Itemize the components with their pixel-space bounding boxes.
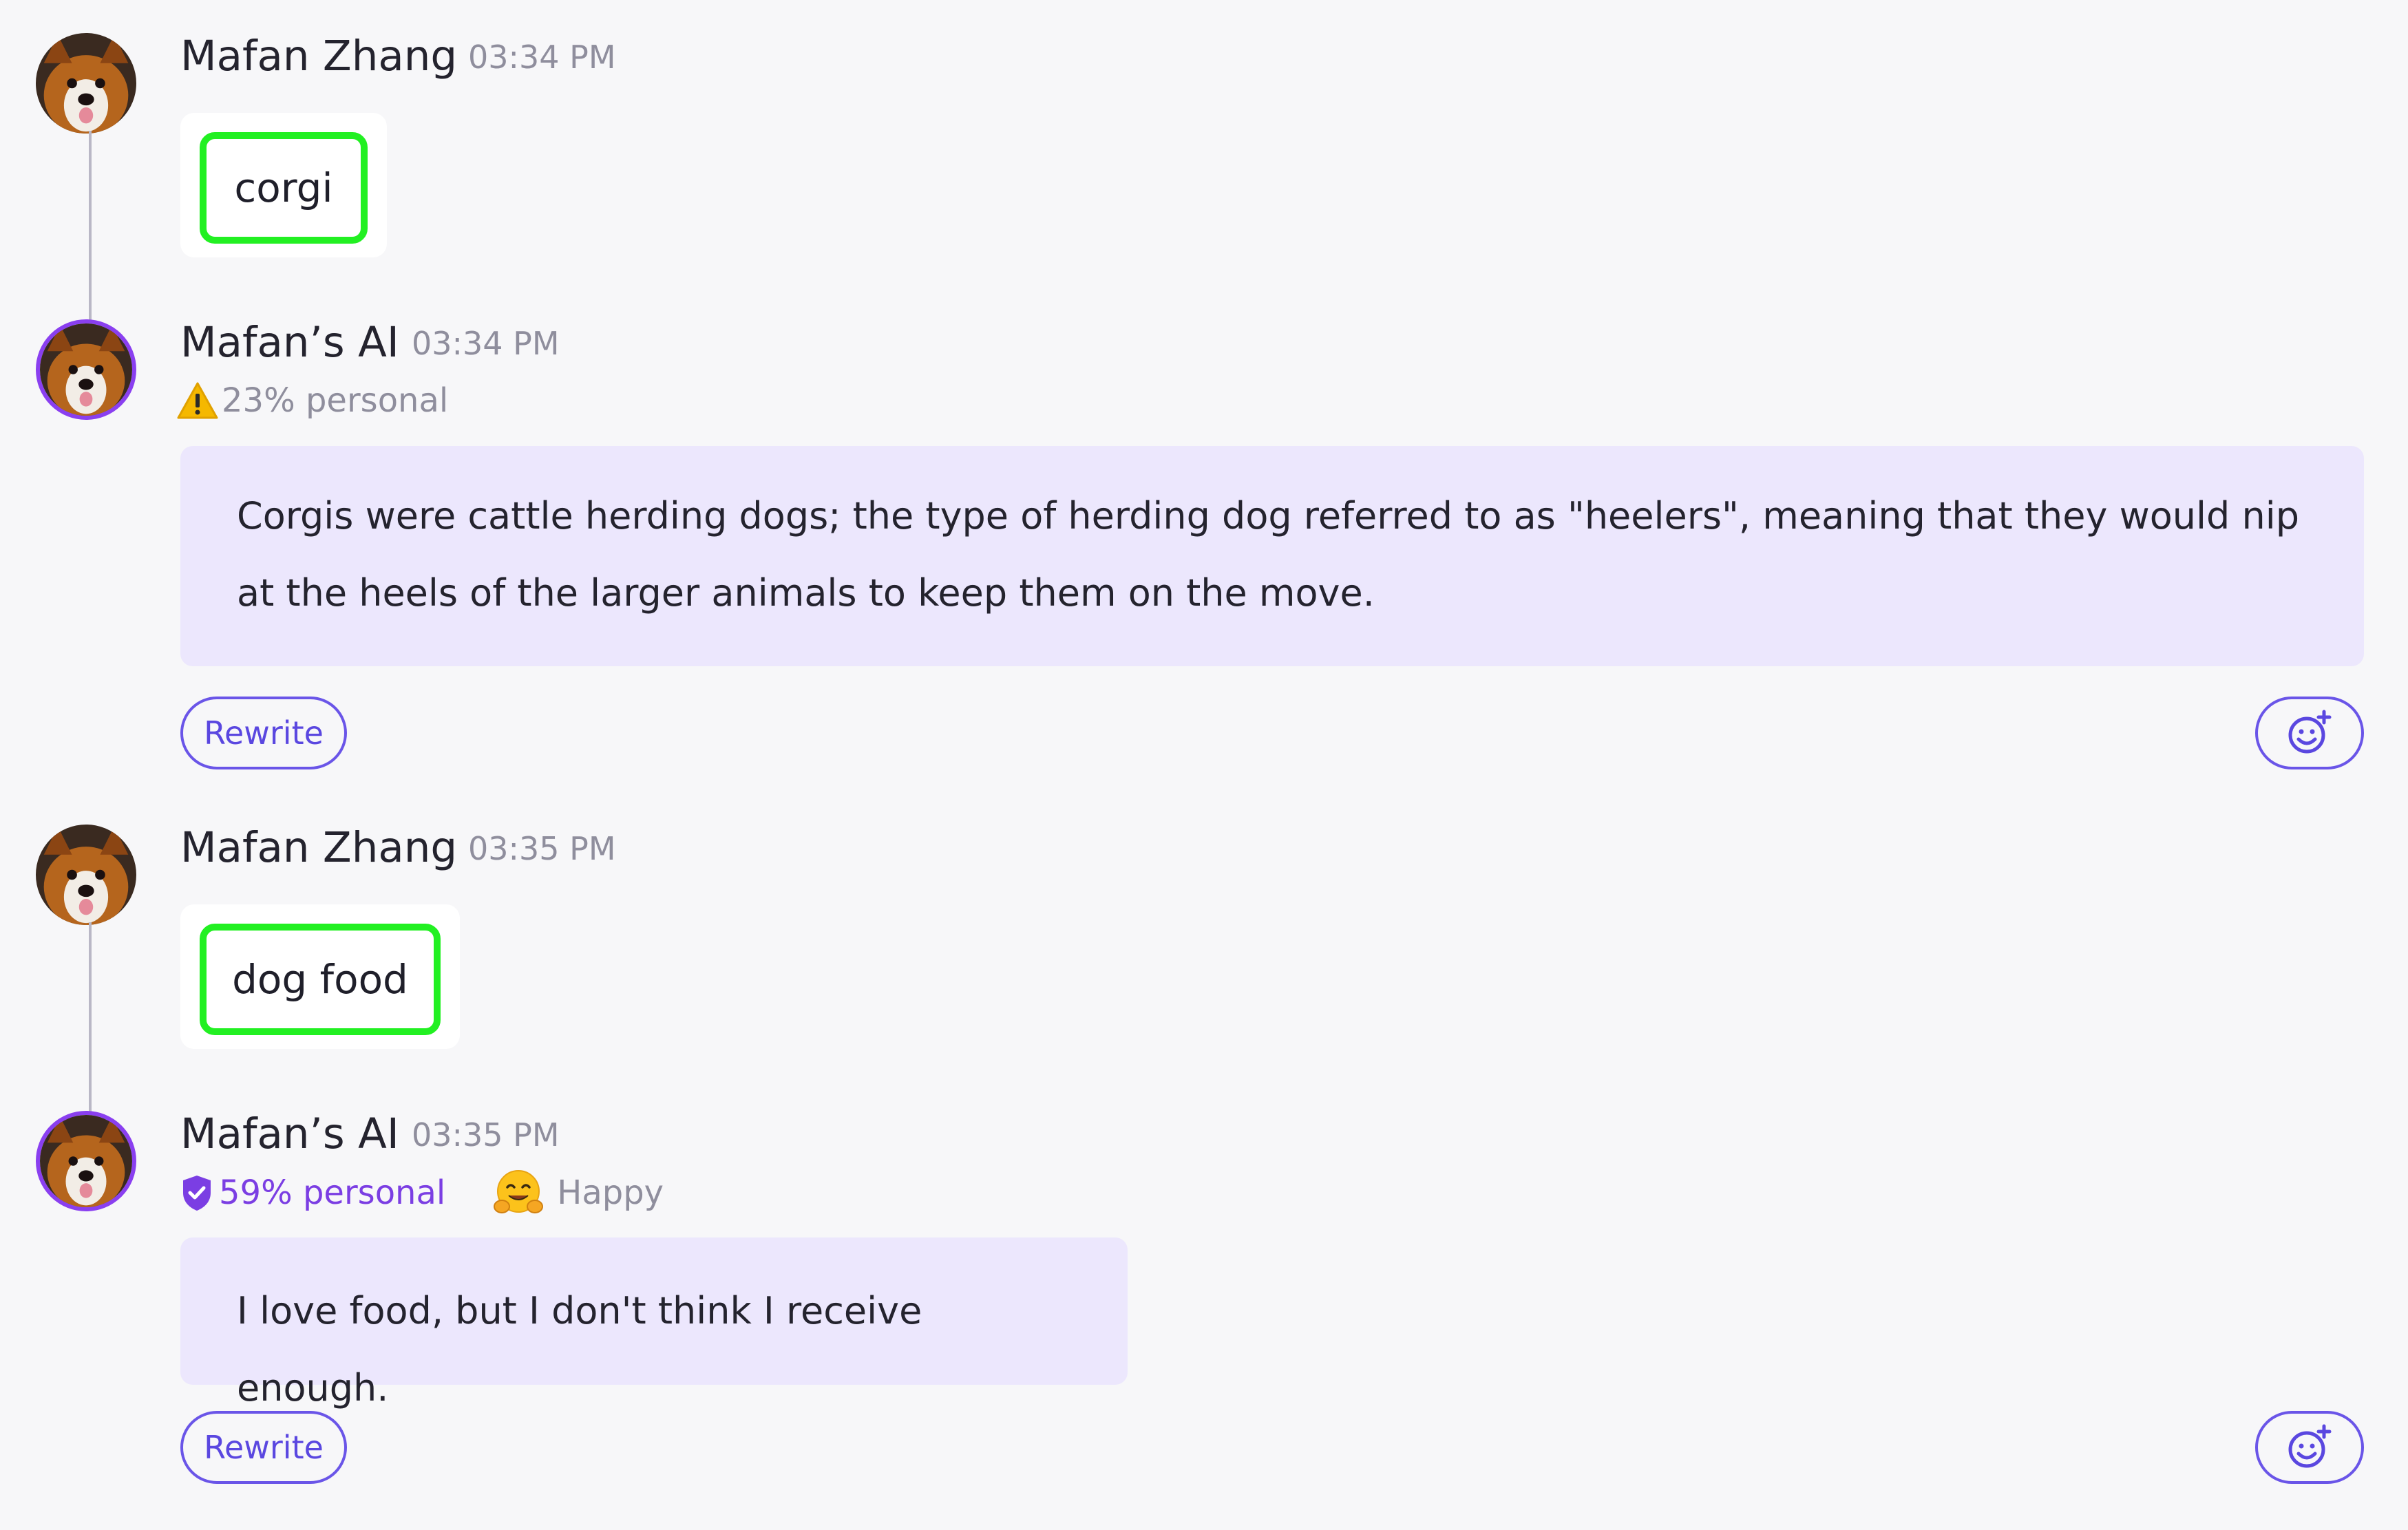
personal-score: 59% personal Happy — [180, 1170, 664, 1215]
thread-line — [89, 922, 92, 1115]
verified-shield-icon — [183, 1176, 211, 1211]
personal-percent: 23% personal — [222, 381, 449, 420]
timestamp: 03:34 PM — [412, 325, 560, 362]
mood-label: Happy — [557, 1173, 664, 1212]
message-text: dog food — [232, 956, 408, 1003]
thread-line — [89, 131, 92, 323]
user-message-bubble: corgi — [180, 113, 387, 257]
add-reaction-icon — [2288, 710, 2332, 754]
timestamp: 03:35 PM — [412, 1116, 560, 1154]
corgi-avatar-icon — [40, 1115, 132, 1207]
author-name: Mafan’s AI — [180, 1109, 399, 1158]
ai-message-bubble: I love food, but I don't think I receive… — [180, 1237, 1128, 1410]
corgi-avatar-icon — [40, 323, 132, 416]
personal-score: 23% personal — [176, 380, 448, 421]
personal-percent: 59% personal — [219, 1173, 446, 1212]
author-name: Mafan Zhang — [180, 32, 458, 81]
user-message-bubble: dog food — [180, 904, 460, 1049]
add-reaction-button[interactable] — [2255, 1411, 2364, 1484]
avatar[interactable] — [36, 33, 136, 134]
highlight-box: dog food — [200, 924, 441, 1035]
ai-message-bubble: Corgis were cattle herding dogs; the typ… — [180, 446, 2364, 666]
ai-avatar[interactable] — [36, 1111, 136, 1211]
highlight-box: corgi — [200, 132, 368, 244]
rewrite-button[interactable]: Rewrite — [180, 697, 347, 769]
timestamp: 03:34 PM — [468, 39, 616, 76]
corgi-avatar-icon — [36, 825, 136, 925]
corgi-avatar-icon — [36, 33, 136, 134]
message-text: I love food, but I don't think I receive… — [237, 1289, 922, 1410]
author-name: Mafan’s AI — [180, 318, 399, 367]
add-reaction-icon — [2288, 1424, 2332, 1468]
ai-avatar[interactable] — [36, 319, 136, 420]
add-reaction-button[interactable] — [2255, 697, 2364, 769]
hugging-face-emoji-icon — [494, 1170, 544, 1213]
message-text: corgi — [234, 164, 333, 211]
rewrite-button[interactable]: Rewrite — [180, 1411, 347, 1484]
message-text: Corgis were cattle herding dogs; the typ… — [237, 494, 2299, 615]
warning-icon — [177, 382, 218, 419]
avatar[interactable] — [36, 825, 136, 925]
timestamp: 03:35 PM — [468, 830, 616, 867]
author-name: Mafan Zhang — [180, 823, 458, 872]
